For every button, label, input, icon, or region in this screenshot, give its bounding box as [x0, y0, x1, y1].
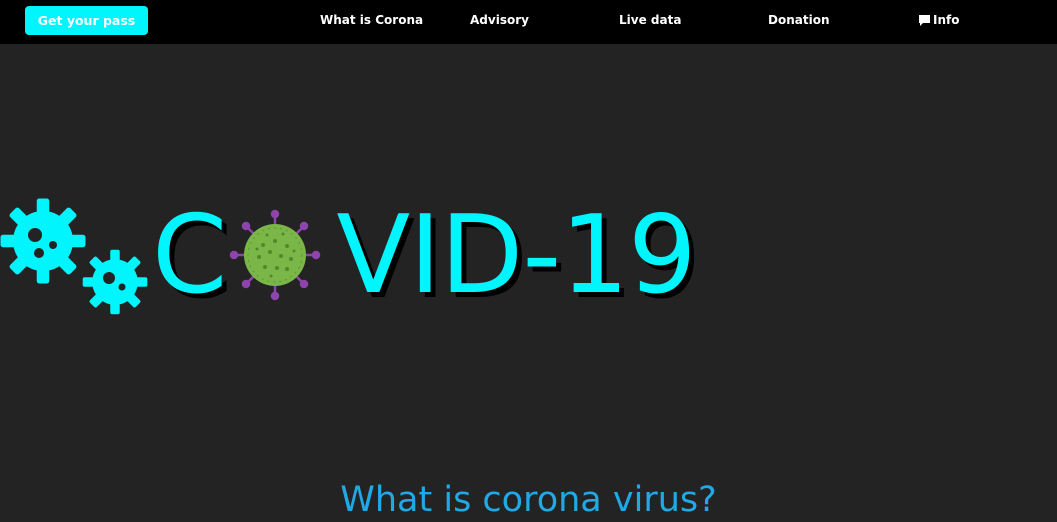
get-pass-button[interactable]: Get your pass: [25, 6, 148, 35]
gear-icon-small: [82, 249, 148, 315]
section-title: What is corona virus?: [340, 480, 717, 520]
info-label: Info: [933, 13, 960, 27]
top-navbar: Get your pass What is Corona Advisory Li…: [0, 0, 1057, 44]
hero-title: C VID-19: [152, 193, 697, 318]
hero-title-rest: VID-19: [336, 193, 696, 318]
hero-title-c: C: [152, 193, 227, 318]
gear-icon-large: [0, 198, 86, 284]
nav-link-donation[interactable]: Donation: [768, 12, 829, 28]
speech-bubble-icon: [919, 14, 930, 26]
scrollbar[interactable]: [1051, 44, 1057, 511]
nav-link-live-data[interactable]: Live data: [619, 12, 681, 28]
nav-link-advisory[interactable]: Advisory: [470, 12, 529, 28]
nav-link-info[interactable]: Info: [918, 12, 959, 28]
nav-link-what-is-corona[interactable]: What is Corona: [320, 12, 423, 28]
